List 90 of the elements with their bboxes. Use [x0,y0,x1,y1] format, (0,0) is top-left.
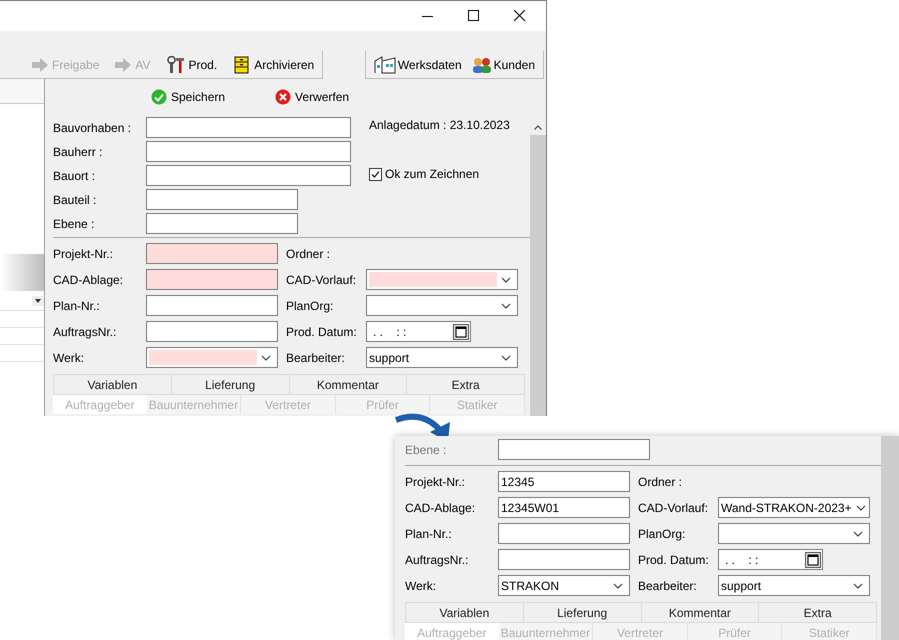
field-label: Ordner : [286,246,332,262]
field-label: CAD-Ablage: [405,500,476,516]
gradient-bar [0,254,44,291]
factory-icon [374,56,396,74]
field-label: Bearbeiter: [638,578,698,594]
field-label: PlanOrg: [638,526,686,542]
tab[interactable]: Extra [759,603,876,622]
calendar-icon[interactable] [805,552,821,568]
field-label: Projekt-Nr.: [53,246,114,262]
dropdown-field[interactable]: support [366,347,518,368]
field-label: Werk: [405,578,438,594]
close-icon[interactable] [514,10,526,22]
input-field[interactable] [498,439,650,460]
field-label: Ordner : [638,474,684,490]
dropdown-field[interactable]: Wand-STRAKON-2023+ [718,497,870,518]
toolbar-button[interactable]: Prod. [166,56,218,74]
input-field[interactable] [146,213,298,234]
field-label: Prod. Datum: [638,552,710,568]
field-label: AuftragsNr.: [53,324,118,340]
toolbar-button[interactable]: Kunden [472,56,535,74]
tab[interactable]: Extra [407,375,524,394]
action-button[interactable]: Speichern [151,88,226,106]
dropdown-field[interactable] [146,347,278,368]
tab[interactable]: Variablen [54,375,172,394]
input-field[interactable] [146,295,278,316]
field-label: Bauvorhaben : [53,120,132,136]
chevron-down-icon [853,530,863,536]
tab[interactable]: Variablen [406,603,524,622]
people-icon [472,56,492,72]
scrollbar[interactable] [881,436,899,640]
input-field[interactable] [146,165,351,186]
checkbox[interactable] [369,168,382,180]
chevron-down-icon [856,504,866,510]
chevron-down-icon [261,354,271,360]
arrow-right-icon [32,58,48,72]
maximize-icon[interactable] [468,10,480,22]
scrollbar[interactable] [530,119,546,416]
field-label: CAD-Vorlauf: [638,500,710,516]
input-field[interactable] [146,269,278,290]
checkmark-icon [151,89,167,105]
chevron-down-icon [501,302,511,308]
input-field[interactable] [146,243,278,264]
input-field[interactable] [498,549,630,570]
dropdown-field[interactable]: STRAKON [498,575,630,596]
field-label: Ebene : [53,216,96,232]
field-label: AuftragsNr.: [405,552,470,568]
chevron-up-icon[interactable] [534,124,542,130]
field-label: Prod. Datum: [286,324,358,340]
dropdown-field[interactable] [366,295,518,316]
chevron-down-icon [501,276,511,282]
field-label: Projekt-Nr.: [405,474,466,490]
dropdown-field[interactable]: support [718,575,870,596]
input-field[interactable] [146,189,298,210]
field-label: CAD-Vorlauf: [286,272,358,288]
tools-icon [166,56,184,74]
field-label: Bauteil : [53,192,98,208]
tab[interactable]: Lieferung [172,375,290,394]
input-field[interactable] [146,321,278,342]
dropdown-field[interactable] [366,269,518,290]
chevron-down-icon [853,582,863,588]
cabinet-icon [233,56,250,74]
field-label: Werk: [53,350,86,366]
chevron-down-icon [501,354,511,360]
field-label: Bauort : [53,168,96,184]
checkbox-label: Ok zum Zeichnen [385,166,480,183]
input-field[interactable] [498,523,630,544]
field-label: PlanOrg: [286,298,334,314]
input-field[interactable] [146,141,351,162]
chevron-down-icon [613,582,623,588]
field-label: Bauherr : [53,144,104,160]
creation-date: Anlagedatum : 23.10.2023 [369,117,510,134]
field-label: CAD-Ablage: [53,272,124,288]
dropdown-arrow-icon[interactable] [32,296,44,306]
action-button[interactable]: Verwerfen [275,88,350,106]
close-icon [275,89,292,105]
field-label: Bearbeiter: [286,350,346,366]
field-label: Plan-Nr.: [53,298,101,314]
field-label: Plan-Nr.: [405,526,453,542]
input-field[interactable] [146,117,351,138]
input-field[interactable]: 12345 [498,471,630,492]
tab[interactable]: Lieferung [524,603,642,622]
dropdown-field[interactable] [718,523,870,544]
tab[interactable]: Kommentar [290,375,408,394]
input-field[interactable]: 12345W01 [498,497,630,518]
toolbar-button[interactable]: Archivieren [233,56,314,74]
field-label: Ebene : [405,442,448,458]
toolbar-button[interactable]: Werksdaten [374,56,462,74]
calendar-icon[interactable] [453,324,469,340]
tab[interactable]: Kommentar [642,603,760,622]
arrow-right-icon [115,58,132,72]
